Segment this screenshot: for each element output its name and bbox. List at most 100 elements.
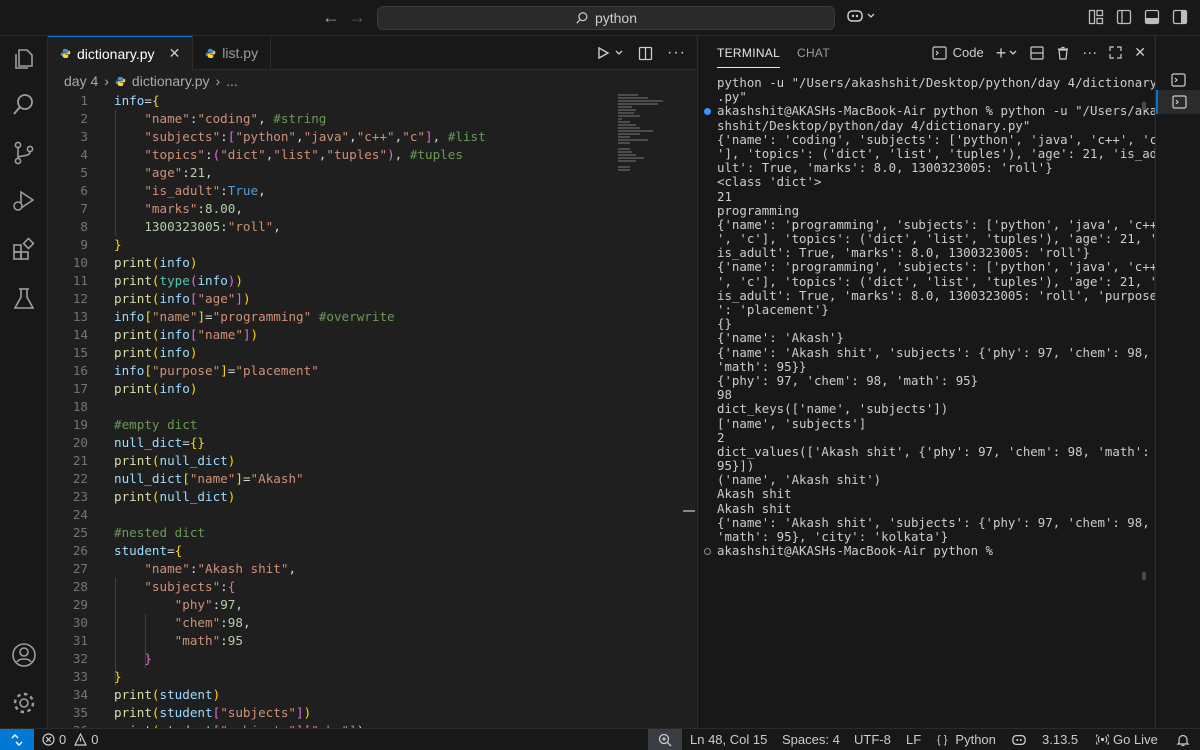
settings-gear-icon[interactable]	[11, 690, 37, 716]
tab-chat[interactable]: CHAT	[797, 46, 830, 60]
terminal-output[interactable]: python -u "/Users/akashshit/Desktop/pyth…	[704, 75, 1158, 558]
toggle-panel-icon[interactable]	[1144, 9, 1160, 25]
notifications-bell-icon[interactable]	[1176, 733, 1190, 747]
code-line[interactable]: 21 print(null_dict)	[48, 452, 608, 470]
more-actions-icon[interactable]: ···	[1082, 44, 1097, 61]
code-line[interactable]: 16 info["purpose"]="placement"	[48, 362, 608, 380]
zoom-icon[interactable]	[648, 729, 682, 750]
close-icon[interactable]: ✕	[169, 45, 181, 62]
python-interpreter[interactable]: 3.13.5	[1042, 732, 1078, 747]
terminal-list-item[interactable]	[1156, 68, 1200, 92]
run-debug-icon[interactable]	[11, 188, 37, 214]
line-number: 17	[72, 381, 88, 396]
trash-icon[interactable]	[1056, 46, 1070, 60]
copilot-icon[interactable]	[1011, 733, 1027, 747]
code-line[interactable]: 28 "subjects":{	[48, 578, 608, 596]
tab-list-py[interactable]: list.py	[193, 36, 272, 70]
language-mode[interactable]: { } Python	[937, 732, 996, 747]
split-editor-icon[interactable]	[638, 46, 653, 61]
terminal-scrollbar[interactable]	[1142, 102, 1146, 582]
code-line[interactable]: 32 }	[48, 650, 608, 668]
tab-terminal[interactable]: TERMINAL	[717, 46, 781, 68]
chevron-down-icon[interactable]	[614, 48, 624, 58]
source-control-icon[interactable]	[11, 140, 37, 166]
code-line[interactable]: 22 null_dict["name"]="Akash"	[48, 470, 608, 488]
code-line[interactable]: 30 "chem":98,	[48, 614, 608, 632]
code-line[interactable]: 7 "marks":8.00,	[48, 200, 608, 218]
problems-indicator[interactable]: 0 0	[42, 732, 98, 747]
explorer-icon[interactable]	[11, 46, 37, 72]
arrow-right-icon[interactable]: →	[348, 8, 366, 26]
terminal-line: .py"	[717, 89, 747, 105]
line-source: "topics":("dict","list","tuples"), #tupl…	[144, 147, 463, 162]
copilot-button[interactable]	[846, 8, 876, 24]
close-icon[interactable]: ✕	[1134, 44, 1146, 61]
toggle-secondary-sidebar-icon[interactable]	[1172, 9, 1188, 25]
code-line[interactable]: 18	[48, 398, 608, 416]
toggle-primary-sidebar-icon[interactable]	[1116, 9, 1132, 25]
code-editor[interactable]: 1 info={2 "name":"coding", #string 3 "subj…	[48, 92, 696, 728]
go-live-button[interactable]: Go Live	[1096, 732, 1158, 747]
minimap[interactable]	[618, 94, 678, 184]
code-line[interactable]: 29 "phy":97,	[48, 596, 608, 614]
code-line[interactable]: 8 1300323005:"roll",	[48, 218, 608, 236]
scrollbar-indicator[interactable]	[683, 510, 695, 512]
code-line[interactable]: 12 print(info["age"])	[48, 290, 608, 308]
code-line[interactable]: 10 print(info)	[48, 254, 608, 272]
breadcrumb-more[interactable]: ...	[226, 73, 238, 89]
command-decoration-icon[interactable]	[704, 548, 711, 556]
breadcrumb-folder[interactable]: day 4	[64, 73, 98, 89]
maximize-panel-icon[interactable]	[1109, 46, 1122, 59]
code-line[interactable]: 24	[48, 506, 608, 524]
code-line[interactable]: 13 info["name"]="programming" #overwrite	[48, 308, 608, 326]
remote-indicator[interactable]	[0, 729, 34, 750]
end-of-line[interactable]: LF	[906, 732, 921, 747]
code-line[interactable]: 5 "age":21,	[48, 164, 608, 182]
arrow-left-icon[interactable]: ←	[322, 8, 340, 26]
chevron-down-icon[interactable]	[1008, 48, 1018, 58]
line-number: 20	[72, 435, 88, 450]
command-center-search[interactable]: python	[377, 6, 835, 30]
code-line[interactable]: 9}	[48, 236, 608, 254]
code-line[interactable]: 6 "is_adult":True,	[48, 182, 608, 200]
search-icon[interactable]	[11, 92, 37, 118]
code-line[interactable]: 2 "name":"coding", #string	[48, 110, 608, 128]
cursor-position[interactable]: Ln 48, Col 15	[690, 732, 767, 747]
code-line[interactable]: 31 "math":95	[48, 632, 608, 650]
indentation[interactable]: Spaces: 4	[782, 732, 840, 747]
code-line[interactable]: 11 print(type(info))	[48, 272, 608, 290]
code-line[interactable]: 4 "topics":("dict","list","tuples"), #tu…	[48, 146, 608, 164]
extensions-icon[interactable]	[11, 236, 37, 262]
split-terminal-icon[interactable]	[1030, 45, 1044, 60]
terminal-line: <class 'dict'>	[717, 174, 822, 190]
code-line[interactable]: 25 #nested dict	[48, 524, 608, 542]
code-line[interactable]: 20 null_dict={}	[48, 434, 608, 452]
terminal-list-item-active[interactable]	[1156, 90, 1200, 114]
code-line[interactable]: 26 student={	[48, 542, 608, 560]
breadcrumb-file[interactable]: dictionary.py	[132, 73, 210, 89]
code-line[interactable]: 1 info={	[48, 92, 608, 110]
code-line[interactable]: 17 print(info)	[48, 380, 608, 398]
run-python-file-icon[interactable]	[596, 46, 610, 60]
code-line[interactable]: 33}	[48, 668, 608, 686]
line-number: 12	[72, 291, 88, 306]
testing-icon[interactable]	[11, 286, 37, 312]
code-line[interactable]: 23 print(null_dict)	[48, 488, 608, 506]
more-actions-icon[interactable]: ···	[667, 44, 686, 62]
encoding[interactable]: UTF-8	[854, 732, 891, 747]
code-line[interactable]: 15 print(info)	[48, 344, 608, 362]
terminal-line: 2	[717, 429, 725, 445]
command-decoration-icon[interactable]	[704, 108, 711, 116]
code-line[interactable]: 35 print(student["subjects"])	[48, 704, 608, 722]
tab-dictionary-py[interactable]: dictionary.py ✕	[48, 36, 194, 70]
terminal-line: is_adult': True, 'marks': 8.0, 130032300…	[717, 287, 1158, 303]
code-line[interactable]: 34 print(student)	[48, 686, 608, 704]
code-line[interactable]: 3 "subjects":["python","java","c++","c"]…	[48, 128, 608, 146]
code-line[interactable]: 19 #empty dict	[48, 416, 608, 434]
terminal-name[interactable]: Code	[953, 45, 984, 60]
account-icon[interactable]	[11, 642, 37, 668]
code-line[interactable]: 14 print(info["name"])	[48, 326, 608, 344]
new-terminal-icon[interactable]: +	[996, 44, 1007, 62]
layout-customize-icon[interactable]	[1088, 9, 1104, 25]
code-line[interactable]: 27 "name":"Akash shit",	[48, 560, 608, 578]
